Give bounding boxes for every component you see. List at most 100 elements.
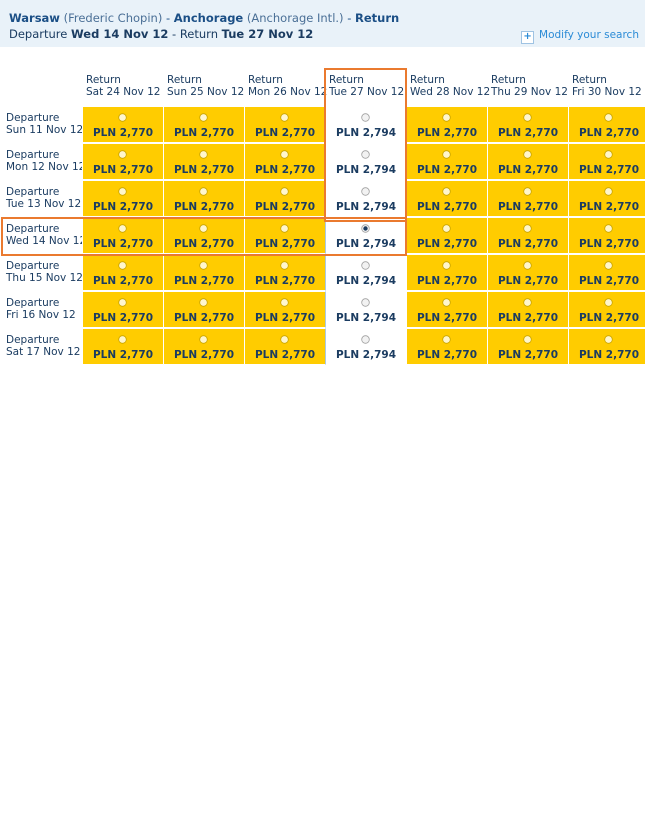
radio-button-icon[interactable] bbox=[604, 224, 613, 233]
fare-cell[interactable]: PLN 2,770 bbox=[568, 254, 645, 291]
radio-button-icon[interactable] bbox=[199, 298, 208, 307]
fare-cell[interactable]: PLN 2,770 bbox=[244, 143, 326, 180]
radio-button-icon[interactable] bbox=[280, 224, 289, 233]
fare-cell[interactable]: PLN 2,794 bbox=[325, 180, 407, 217]
fare-cell[interactable]: PLN 2,770 bbox=[406, 217, 488, 254]
fare-cell[interactable]: PLN 2,770 bbox=[163, 180, 245, 217]
radio-button-icon[interactable] bbox=[442, 113, 451, 122]
radio-button-icon[interactable] bbox=[118, 335, 127, 344]
fare-cell[interactable]: PLN 2,794 bbox=[325, 254, 407, 291]
column-header-label: Return bbox=[329, 74, 364, 86]
radio-button-icon[interactable] bbox=[118, 261, 127, 270]
radio-button-icon[interactable] bbox=[442, 150, 451, 159]
fare-cell[interactable]: PLN 2,770 bbox=[487, 106, 569, 143]
fare-cell[interactable]: PLN 2,770 bbox=[487, 254, 569, 291]
fare-cell[interactable]: PLN 2,794 bbox=[325, 143, 407, 180]
radio-button-icon[interactable] bbox=[199, 224, 208, 233]
fare-cell[interactable]: PLN 2,770 bbox=[568, 143, 645, 180]
radio-button-icon[interactable] bbox=[361, 224, 370, 233]
radio-button-icon[interactable] bbox=[199, 335, 208, 344]
radio-button-icon[interactable] bbox=[442, 224, 451, 233]
fare-cell[interactable]: PLN 2,770 bbox=[244, 217, 326, 254]
fare-cell[interactable]: PLN 2,770 bbox=[406, 291, 488, 328]
fare-cell[interactable]: PLN 2,770 bbox=[406, 180, 488, 217]
radio-button-icon[interactable] bbox=[523, 335, 532, 344]
fare-cell[interactable]: PLN 2,770 bbox=[82, 217, 164, 254]
fare-cell[interactable]: PLN 2,770 bbox=[82, 180, 164, 217]
radio-button-icon[interactable] bbox=[442, 187, 451, 196]
radio-button-icon[interactable] bbox=[361, 150, 370, 159]
fare-cell[interactable]: PLN 2,770 bbox=[406, 106, 488, 143]
fare-cell[interactable]: PLN 2,770 bbox=[487, 291, 569, 328]
fare-cell[interactable]: PLN 2,770 bbox=[244, 180, 326, 217]
radio-button-icon[interactable] bbox=[199, 261, 208, 270]
fare-cell[interactable]: PLN 2,770 bbox=[163, 291, 245, 328]
fare-cell[interactable]: PLN 2,770 bbox=[406, 254, 488, 291]
fare-cell[interactable]: PLN 2,770 bbox=[82, 143, 164, 180]
fare-cell[interactable]: PLN 2,794 bbox=[325, 328, 407, 365]
fare-cell[interactable]: PLN 2,770 bbox=[163, 217, 245, 254]
fare-cell[interactable]: PLN 2,770 bbox=[244, 328, 326, 365]
fare-cell[interactable]: PLN 2,770 bbox=[568, 106, 645, 143]
radio-button-icon[interactable] bbox=[523, 187, 532, 196]
radio-button-icon[interactable] bbox=[118, 113, 127, 122]
radio-button-icon[interactable] bbox=[118, 187, 127, 196]
radio-button-icon[interactable] bbox=[523, 224, 532, 233]
fare-cell[interactable]: PLN 2,770 bbox=[406, 328, 488, 365]
fare-cell[interactable]: PLN 2,794 bbox=[325, 217, 407, 254]
fare-cell[interactable]: PLN 2,770 bbox=[406, 143, 488, 180]
radio-button-icon[interactable] bbox=[523, 261, 532, 270]
radio-button-icon[interactable] bbox=[118, 224, 127, 233]
fare-cell[interactable]: PLN 2,794 bbox=[325, 106, 407, 143]
modify-search-link[interactable]: + Modify your search bbox=[521, 29, 639, 44]
radio-button-icon[interactable] bbox=[523, 150, 532, 159]
radio-button-icon[interactable] bbox=[280, 113, 289, 122]
fare-cell[interactable]: PLN 2,770 bbox=[82, 328, 164, 365]
radio-button-icon[interactable] bbox=[280, 335, 289, 344]
radio-button-icon[interactable] bbox=[604, 298, 613, 307]
radio-button-icon[interactable] bbox=[199, 187, 208, 196]
fare-cell[interactable]: PLN 2,770 bbox=[244, 106, 326, 143]
radio-button-icon[interactable] bbox=[118, 298, 127, 307]
radio-button-icon[interactable] bbox=[118, 150, 127, 159]
fare-cell[interactable]: PLN 2,770 bbox=[568, 217, 645, 254]
radio-button-icon[interactable] bbox=[604, 150, 613, 159]
radio-button-icon[interactable] bbox=[199, 113, 208, 122]
fare-cell[interactable]: PLN 2,770 bbox=[244, 291, 326, 328]
radio-button-icon[interactable] bbox=[280, 298, 289, 307]
fare-cell[interactable]: PLN 2,770 bbox=[82, 291, 164, 328]
radio-button-icon[interactable] bbox=[199, 150, 208, 159]
fare-cell[interactable]: PLN 2,770 bbox=[568, 180, 645, 217]
fare-cell[interactable]: PLN 2,770 bbox=[82, 254, 164, 291]
radio-button-icon[interactable] bbox=[361, 298, 370, 307]
fare-cell[interactable]: PLN 2,770 bbox=[568, 328, 645, 365]
radio-button-icon[interactable] bbox=[280, 150, 289, 159]
fare-cell[interactable]: PLN 2,794 bbox=[325, 291, 407, 328]
radio-button-icon[interactable] bbox=[361, 113, 370, 122]
fare-cell[interactable]: PLN 2,770 bbox=[568, 291, 645, 328]
radio-button-icon[interactable] bbox=[442, 335, 451, 344]
fare-cell[interactable]: PLN 2,770 bbox=[487, 217, 569, 254]
fare-cell[interactable]: PLN 2,770 bbox=[163, 254, 245, 291]
radio-button-icon[interactable] bbox=[604, 335, 613, 344]
fare-cell[interactable]: PLN 2,770 bbox=[163, 328, 245, 365]
radio-button-icon[interactable] bbox=[442, 261, 451, 270]
radio-button-icon[interactable] bbox=[280, 187, 289, 196]
radio-button-icon[interactable] bbox=[442, 298, 451, 307]
radio-button-icon[interactable] bbox=[361, 187, 370, 196]
radio-button-icon[interactable] bbox=[361, 335, 370, 344]
fare-cell[interactable]: PLN 2,770 bbox=[487, 180, 569, 217]
radio-button-icon[interactable] bbox=[280, 261, 289, 270]
radio-button-icon[interactable] bbox=[523, 298, 532, 307]
radio-button-icon[interactable] bbox=[604, 187, 613, 196]
fare-cell[interactable]: PLN 2,770 bbox=[163, 143, 245, 180]
fare-cell[interactable]: PLN 2,770 bbox=[163, 106, 245, 143]
radio-button-icon[interactable] bbox=[361, 261, 370, 270]
fare-cell[interactable]: PLN 2,770 bbox=[82, 106, 164, 143]
radio-button-icon[interactable] bbox=[604, 261, 613, 270]
fare-cell[interactable]: PLN 2,770 bbox=[244, 254, 326, 291]
radio-button-icon[interactable] bbox=[523, 113, 532, 122]
fare-cell[interactable]: PLN 2,770 bbox=[487, 143, 569, 180]
fare-cell[interactable]: PLN 2,770 bbox=[487, 328, 569, 365]
radio-button-icon[interactable] bbox=[604, 113, 613, 122]
